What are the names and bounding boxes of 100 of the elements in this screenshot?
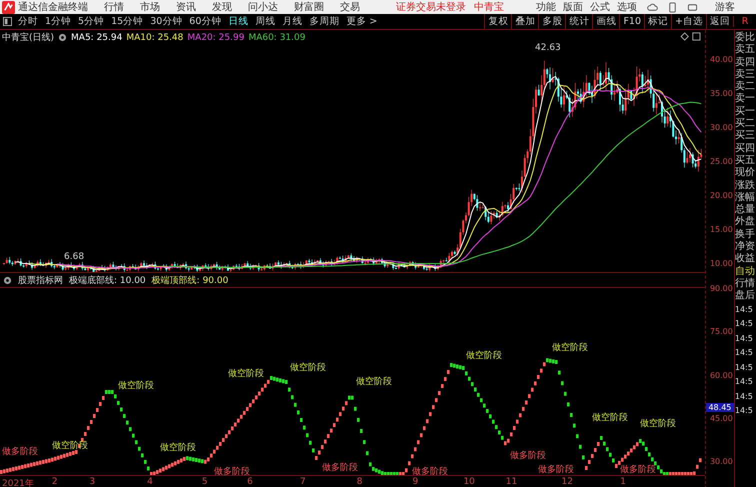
period-tab[interactable]: 15分钟 (111, 15, 144, 28)
period-tab[interactable]: 周线 (255, 15, 276, 28)
signal-label: 做空阶段 (356, 377, 392, 387)
tool-menu-item[interactable]: 功能 (536, 0, 556, 14)
tool-menu-item[interactable]: 选项 (617, 0, 637, 14)
menu-item[interactable]: 资讯 (176, 0, 196, 14)
period-tab[interactable]: 1分钟 (45, 15, 72, 28)
settings-icon[interactable] (3, 276, 12, 284)
tool-menu-item[interactable]: 公式 (590, 0, 610, 14)
message-icon[interactable] (687, 2, 698, 12)
settings-icon[interactable] (58, 33, 68, 42)
date-axis-label: 12 (562, 477, 573, 487)
stock-name: 中青宝 (474, 0, 504, 14)
menu-item[interactable]: 发现 (212, 0, 232, 14)
date-axis-label: 5 (202, 477, 208, 487)
cloud-icon[interactable] (647, 2, 658, 12)
app-title: 通达信金融终端 (18, 0, 88, 14)
signal-label: 做多阶段 (510, 451, 546, 461)
trade-time: 14:5 (734, 304, 754, 316)
chart-title: 中青宝(日线) (2, 32, 54, 44)
trade-time: 14:5 (734, 332, 754, 345)
period-tab[interactable]: 多周期 (309, 15, 340, 28)
price-axis-label: 30.00 (710, 123, 733, 132)
period-tab[interactable]: 60分钟 (189, 15, 222, 28)
indicator-axis-label: 60.00 (710, 370, 733, 380)
period-tab[interactable]: 更多 > (346, 15, 378, 28)
quote-field-label: 卖二 (734, 81, 756, 92)
toolbar-button[interactable]: 标记 (644, 14, 672, 29)
price-axis-label: 25.00 (710, 157, 733, 166)
period-tab[interactable]: 5分钟 (78, 15, 104, 28)
signal-label: 做空阶段 (552, 343, 588, 353)
signal-label: 做多阶段 (214, 467, 250, 475)
quote-field-label: 买三 (734, 130, 756, 143)
toolbar-button[interactable]: 多股 (538, 14, 566, 29)
indicator-axis-label: 90.00 (710, 284, 733, 293)
menu-item[interactable]: 财富圈 (294, 0, 324, 14)
date-axis-label: 11 (506, 477, 518, 487)
moving-average-label: MA10: 25.48 (126, 32, 184, 42)
quote-field-label: 自动 (734, 266, 756, 278)
quote-field-label: 买四 (734, 142, 756, 155)
period-tab[interactable]: 月线 (282, 15, 302, 28)
date-axis-label: 6 (247, 477, 253, 487)
toolbar-button[interactable]: 返回 (706, 14, 733, 29)
moving-average-label: MA20: 25.99 (187, 32, 244, 42)
period-tab[interactable]: 分时 (18, 15, 38, 28)
menu-item[interactable]: 市场 (140, 0, 160, 14)
signal-label: 做空阶段 (52, 441, 88, 451)
signal-label: 做多阶段 (620, 465, 656, 475)
quote-field-label: 现价 (734, 167, 756, 180)
panel-toggle-icon[interactable] (3, 17, 12, 26)
indicator-name[interactable]: 股票指标网 (18, 274, 63, 286)
signal-label: 做空阶段 (228, 369, 264, 379)
menu-item[interactable]: 问小达 (248, 0, 278, 14)
quote-field-label: 委比 (734, 32, 756, 44)
date-axis-label: 4 (147, 477, 153, 487)
price-axis-label: 35.00 (710, 89, 733, 98)
top-line-label: 极端顶部线: 90.00 (152, 274, 228, 286)
toolbar-button[interactable]: 复权 (484, 14, 512, 29)
chart-tools-icon[interactable] (680, 32, 702, 41)
quote-field-label: 收益 (734, 253, 756, 266)
toolbar-button[interactable]: 画线 (592, 14, 620, 29)
date-axis-label: 2 (52, 477, 58, 487)
trade-time: 14:5 (734, 318, 754, 330)
date-axis-label: 3 (89, 477, 96, 487)
price-axis-label: 20.00 (710, 191, 733, 200)
price-axis-label: 15.00 (710, 225, 733, 234)
signal-label: 做空阶段 (640, 419, 676, 429)
quote-field-label: 行情 (734, 278, 756, 290)
signal-label: 做空阶段 (290, 363, 326, 373)
toolbar-button[interactable]: F10 (619, 14, 644, 29)
signal-label: 做多阶段 (412, 467, 448, 475)
price-axis-label: 10.00 (710, 259, 733, 268)
signal-label: 做空阶段 (118, 381, 154, 391)
trade-time: 14:5 (734, 347, 754, 360)
signal-label: 做多阶段 (322, 463, 358, 473)
bottom-line-label: 极端底部线: 10.00 (69, 274, 146, 286)
toolbar-button[interactable]: 统计 (565, 14, 592, 29)
trade-time: 14:5 (734, 405, 754, 418)
quote-field-label: 换手 (734, 228, 756, 241)
quote-field-label: 净资 (734, 241, 756, 253)
user-label[interactable]: 游客 (715, 0, 735, 14)
signal-label: 做多阶段 (2, 447, 38, 457)
logo-icon (2, 0, 15, 14)
period-tab[interactable]: 30分钟 (150, 15, 182, 28)
login-status[interactable]: 证券交易未登录 (396, 0, 466, 14)
toolbar-button[interactable]: +自选 (671, 14, 706, 29)
toolbar-button[interactable]: 叠加 (511, 14, 538, 29)
quote-field-label: 卖一 (734, 93, 756, 106)
low-price-label: 6.68 (64, 252, 84, 262)
quote-field-label: 涨跌 (734, 180, 756, 192)
menu-item[interactable]: 交易 (340, 0, 360, 14)
period-tab[interactable]: 日线 (228, 15, 248, 28)
date-axis-label: 1 (620, 477, 626, 487)
tool-menu-item[interactable]: 版面 (563, 0, 583, 14)
quote-field-label: 卖五 (734, 44, 756, 56)
quote-field-label: 买五 (734, 154, 756, 167)
phone-icon[interactable] (667, 2, 678, 12)
trade-time: 14:5 (734, 376, 754, 388)
price-axis-label: 40.00 (710, 55, 733, 64)
menu-item[interactable]: 行情 (104, 0, 124, 14)
